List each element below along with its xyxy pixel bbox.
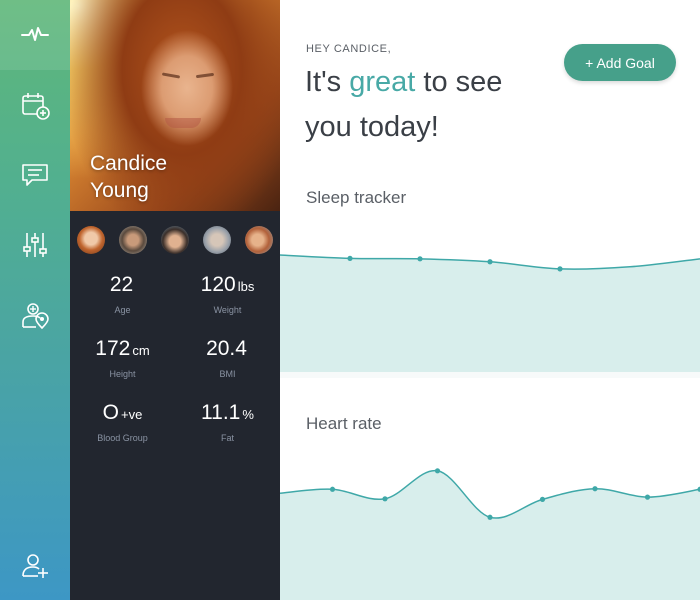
chart-data-point[interactable]	[539, 496, 546, 502]
stat-label: Blood Group	[97, 433, 148, 443]
stat-age: 22 Age	[70, 272, 175, 315]
headline-pre: It's	[305, 66, 350, 98]
chart-data-point[interactable]	[329, 486, 336, 492]
profile-last-name: Young	[90, 179, 149, 202]
stat-value: 11.1	[201, 401, 241, 424]
photo-detail	[165, 118, 201, 128]
heart-rate-chart	[280, 468, 700, 600]
chart-data-point[interactable]	[487, 259, 493, 265]
stat-value: 172	[95, 337, 131, 360]
sleep-tracker-chart	[280, 254, 700, 372]
stat-fat: 11.1% Fat	[175, 400, 280, 443]
chart-area-fill	[280, 255, 700, 372]
stat-value: 22	[109, 273, 134, 296]
nav-settings[interactable]	[0, 210, 70, 280]
chart-data-point[interactable]	[434, 468, 441, 474]
calendar-add-icon	[22, 93, 50, 120]
sidebar-rail	[0, 0, 70, 600]
sleep-tracker-title: Sleep tracker	[306, 188, 407, 207]
friends-row	[76, 226, 276, 256]
stat-unit: %	[242, 407, 254, 422]
stat-label: Height	[109, 369, 136, 379]
stat-unit: cm	[132, 343, 150, 358]
chart-area-fill	[280, 470, 700, 600]
photo-detail	[161, 72, 181, 79]
stat-label: Age	[114, 305, 131, 315]
stat-bmi: 20.4 BMI	[175, 336, 280, 379]
chat-icon	[22, 164, 48, 186]
stat-unit: +ve	[121, 407, 143, 422]
chart-data-point[interactable]	[417, 256, 423, 262]
profile-panel: Candice Young 22 Age 120 lbs Weight 172 cm…	[70, 0, 280, 600]
heart-rate-title: Heart rate	[306, 414, 382, 433]
nav-calendar[interactable]	[0, 70, 70, 140]
profile-photo: Candice Young	[70, 0, 280, 211]
stat-unit: lbs	[237, 279, 255, 294]
stat-value: 120	[200, 273, 236, 296]
profile-first-name: Candice	[90, 152, 168, 175]
friend-avatar[interactable]	[203, 226, 231, 254]
headline-accent: great	[349, 66, 416, 98]
chart-data-point[interactable]	[487, 514, 493, 520]
friend-avatar[interactable]	[77, 226, 105, 254]
main-content: HEY CANDICE, It's great to see you today…	[280, 0, 700, 600]
stat-label: BMI	[219, 369, 236, 379]
nav-add-user[interactable]	[0, 530, 70, 600]
stat-label: Weight	[213, 305, 242, 315]
profile-name: Candice Young	[90, 150, 167, 204]
nav-activity[interactable]	[0, 0, 70, 70]
pulse-icon	[21, 27, 49, 41]
chart-data-point[interactable]	[592, 486, 598, 492]
stat-weight: 120 lbs Weight	[175, 272, 280, 315]
friend-avatar[interactable]	[119, 226, 147, 254]
greeting: HEY CANDICE,	[306, 43, 392, 55]
page-title: It's great to see you today!	[305, 60, 555, 150]
friend-avatar[interactable]	[245, 226, 273, 254]
stat-blood-group: O +ve Blood Group	[70, 400, 175, 443]
chart-data-point[interactable]	[644, 494, 651, 500]
section-divider	[280, 372, 700, 378]
sliders-icon	[23, 233, 47, 257]
add-user-icon	[22, 554, 48, 578]
friend-avatar[interactable]	[161, 226, 189, 254]
stat-value: 20.4	[206, 337, 247, 360]
nav-doctors[interactable]	[0, 280, 70, 350]
stat-height: 172 cm Height	[70, 336, 175, 379]
add-goal-button[interactable]: + Add Goal	[564, 44, 676, 81]
chart-data-point[interactable]	[557, 266, 563, 272]
photo-detail	[195, 72, 215, 79]
stat-label: Fat	[220, 433, 234, 443]
chart-data-point[interactable]	[382, 496, 388, 502]
stat-value: O	[102, 401, 119, 424]
chart-data-point[interactable]	[347, 255, 353, 261]
doctor-location-icon	[22, 303, 49, 330]
nav-messages[interactable]	[0, 140, 70, 210]
